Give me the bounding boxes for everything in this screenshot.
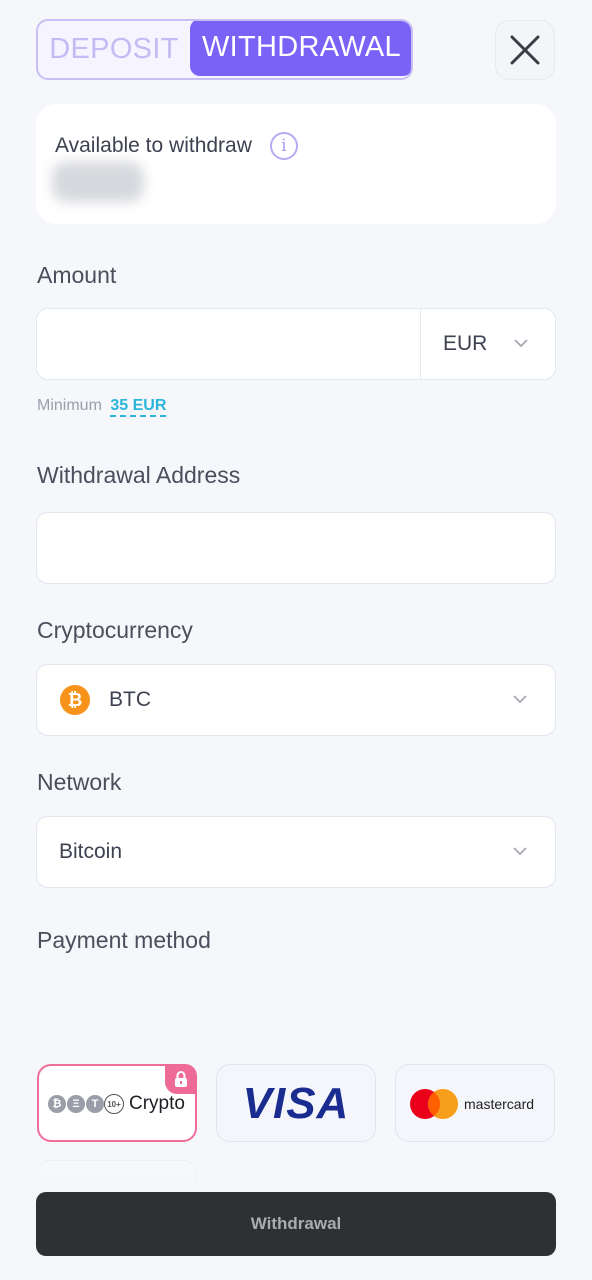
minimum-value[interactable]: 35 EUR [110,397,167,417]
withdrawal-submit-button[interactable]: Withdrawal [36,1192,556,1256]
close-icon [510,35,540,65]
available-row: Available to withdraw i [55,132,298,160]
mastercard-label: mastercard [464,1096,535,1112]
currency-select[interactable]: EUR [420,309,556,379]
bitcoin-coin-icon: ₿ [47,1094,67,1114]
cryptocurrency-value: BTC [109,688,151,711]
amount-label: Amount [37,262,117,288]
deposit-withdrawal-tabs: DEPOSIT WITHDRAWAL [36,19,413,80]
payment-method-crypto[interactable]: ₿ Ξ T 10+ Crypto [37,1064,197,1142]
payment-method-visa[interactable]: VISA [216,1064,376,1142]
chevron-down-icon [514,339,528,348]
tether-coin-icon: T [85,1094,105,1114]
mastercard-logo-icon [410,1089,458,1119]
balance-value-blurred [52,162,144,202]
visa-logo: VISA [242,1079,350,1128]
minimum-row: Minimum 35 EUR [37,397,167,417]
close-button[interactable] [495,20,555,80]
chevron-down-icon [513,695,527,704]
network-label: Network [37,769,122,795]
more-coins-badge: 10+ [104,1094,124,1114]
bitcoin-icon: ₿ [60,685,90,715]
crypto-label: Crypto [129,1093,185,1114]
amount-input[interactable] [37,309,417,379]
address-label: Withdrawal Address [37,462,241,488]
chevron-down-icon [513,847,527,856]
tab-deposit[interactable]: DEPOSIT [38,21,190,78]
lock-icon [165,1064,197,1094]
available-label: Available to withdraw [55,134,252,157]
coin-icons: ₿ Ξ T 10+ [47,1094,124,1114]
cryptocurrency-select[interactable]: ₿ BTC [36,664,556,736]
payment-method-mastercard[interactable]: mastercard [395,1064,555,1142]
cryptocurrency-label: Cryptocurrency [37,617,193,643]
currency-value: EUR [443,332,488,355]
network-value: Bitcoin [59,840,123,863]
address-field [36,512,556,584]
amount-field: EUR [36,308,556,380]
ethereum-coin-icon: Ξ [66,1094,86,1114]
address-input[interactable] [37,513,555,583]
balance-card: Available to withdraw i [36,104,556,224]
tab-withdrawal[interactable]: WITHDRAWAL [190,21,411,76]
payment-method-label: Payment method [37,927,211,953]
info-icon[interactable]: i [269,132,298,160]
network-select[interactable]: Bitcoin [36,816,556,888]
minimum-label: Minimum [37,397,102,414]
